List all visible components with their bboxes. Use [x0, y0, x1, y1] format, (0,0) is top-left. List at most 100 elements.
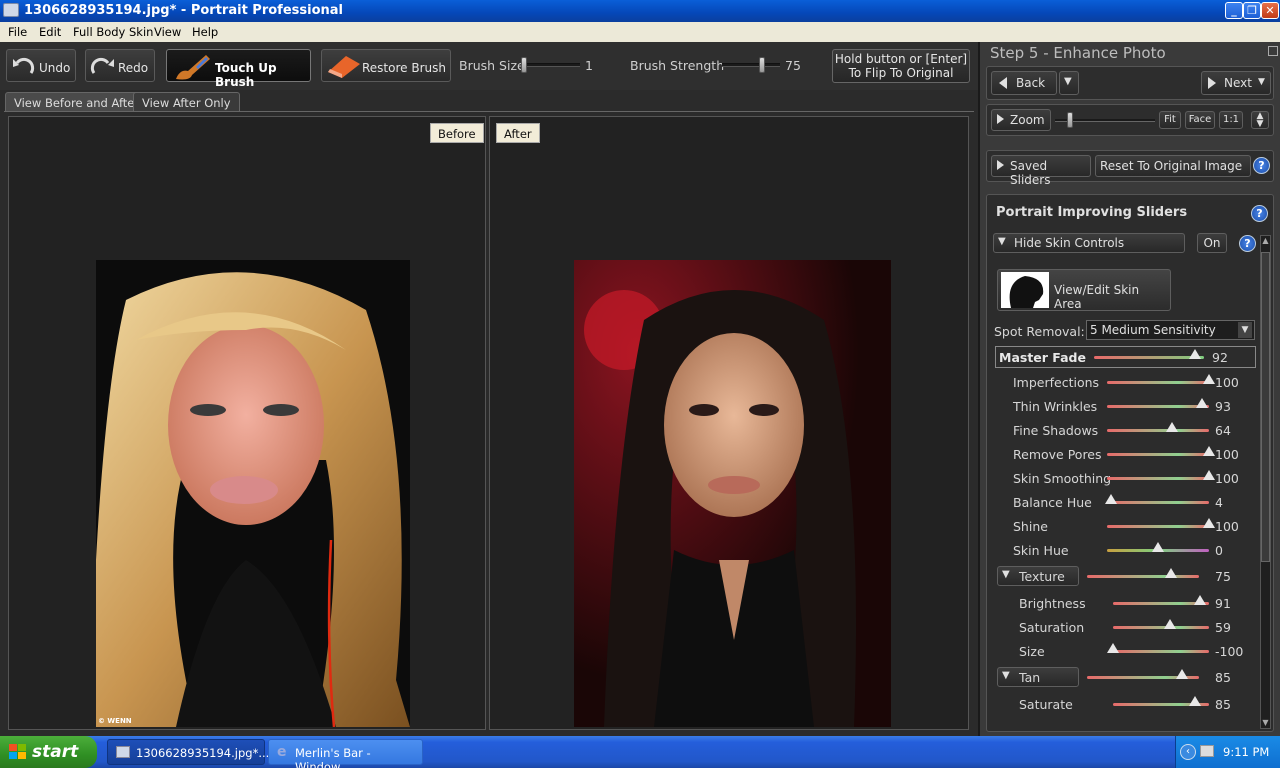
- skin-help-icon[interactable]: ?: [1239, 235, 1256, 252]
- back-button[interactable]: Back: [991, 71, 1057, 95]
- tab-view-after-only[interactable]: View After Only: [133, 92, 240, 112]
- tray-expand-icon[interactable]: ‹: [1180, 744, 1196, 760]
- scroll-down-icon[interactable]: ▼: [1261, 718, 1270, 728]
- saved-help-icon[interactable]: ?: [1253, 157, 1270, 174]
- hide-skin-controls-button[interactable]: ▼ Hide Skin Controls: [993, 233, 1185, 253]
- menu-view[interactable]: View: [154, 25, 181, 39]
- slider-thumb[interactable]: [1189, 349, 1202, 359]
- slider-label: Size: [1019, 644, 1045, 659]
- fit-button[interactable]: Fit: [1159, 111, 1181, 129]
- brush-size-value: 1: [585, 58, 593, 73]
- restore-brush-label: Restore Brush: [362, 61, 446, 75]
- slider-label: Remove Pores: [1013, 447, 1102, 462]
- collapse-icon: ▼: [1002, 569, 1010, 580]
- chevron-down-icon: ▼: [1064, 76, 1072, 87]
- slider-thumb[interactable]: [1203, 470, 1215, 480]
- slider-track[interactable]: [1107, 477, 1209, 480]
- zoom-spinner[interactable]: ▲ ▼: [1251, 111, 1269, 129]
- slider-value: 100: [1215, 375, 1239, 390]
- slider-thumb[interactable]: [1105, 494, 1118, 504]
- maximize-button[interactable]: ❐: [1243, 2, 1261, 19]
- menu-full-body-skin[interactable]: Full Body Skin: [73, 25, 153, 39]
- slider-thumb[interactable]: [1152, 542, 1164, 552]
- brush-size-slider[interactable]: [522, 63, 580, 67]
- slider-thumb[interactable]: [1194, 595, 1207, 605]
- saved-sliders-button[interactable]: Saved Sliders: [991, 155, 1091, 187]
- menu-edit[interactable]: Edit: [39, 25, 61, 39]
- spot-removal-select[interactable]: 5 Medium Sensitivity ▼: [1086, 320, 1255, 340]
- slider-track[interactable]: [1113, 626, 1209, 629]
- minimize-button[interactable]: _: [1225, 2, 1243, 19]
- group-toggle-button[interactable]: ▼ Tan: [997, 667, 1079, 687]
- view-edit-skin-button[interactable]: View/Edit Skin Area: [997, 269, 1171, 311]
- sliders-scrollbar[interactable]: ▲ ▼: [1260, 235, 1271, 729]
- saved-sliders-box: Saved Sliders Reset To Original Image ?: [986, 150, 1274, 187]
- slider-label: Saturation: [1019, 620, 1085, 635]
- scroll-thumb[interactable]: [1261, 252, 1270, 562]
- sliders-panel: Portrait Improving Sliders ? ▼ Hide Skin…: [986, 194, 1274, 732]
- system-tray: ‹ 9:11 PM: [1175, 736, 1280, 768]
- zoom-button[interactable]: Zoom: [991, 109, 1051, 131]
- slider-row: Size -100: [987, 641, 1257, 663]
- slider-thumb[interactable]: [1166, 422, 1179, 432]
- slider-track[interactable]: [1113, 650, 1209, 653]
- slider-thumb[interactable]: [1195, 398, 1208, 408]
- camera-icon: [116, 746, 130, 758]
- network-icon[interactable]: [1200, 745, 1214, 757]
- close-button[interactable]: ✕: [1261, 2, 1279, 19]
- slider-thumb[interactable]: [1176, 669, 1189, 679]
- start-button[interactable]: start: [0, 736, 97, 768]
- undock-icon[interactable]: [1268, 46, 1278, 56]
- flip-to-original-button[interactable]: Hold button or [Enter] To Flip To Origin…: [832, 49, 970, 83]
- face-button[interactable]: Face: [1185, 111, 1215, 129]
- slider-thumb[interactable]: [1203, 374, 1215, 384]
- one-to-one-button[interactable]: 1:1: [1219, 111, 1243, 129]
- sliders-help-icon[interactable]: ?: [1251, 205, 1268, 222]
- back-dropdown-button[interactable]: ▼: [1059, 71, 1079, 95]
- taskbar: start 1306628935194.jpg*... e Merlin's B…: [0, 736, 1280, 768]
- slider-value: 59: [1215, 620, 1231, 635]
- menu-help[interactable]: Help: [192, 25, 218, 39]
- slider-thumb[interactable]: [1203, 518, 1215, 528]
- ie-icon: e: [277, 744, 287, 760]
- slider-track[interactable]: [1107, 525, 1209, 528]
- brush-strength-slider[interactable]: [722, 63, 780, 67]
- slider-value: 100: [1215, 471, 1239, 486]
- slider-track[interactable]: [1094, 356, 1204, 359]
- touch-up-brush-label: Touch Up Brush: [215, 61, 277, 89]
- slider-track[interactable]: [1107, 429, 1209, 432]
- hide-skin-label: Hide Skin Controls: [1014, 236, 1125, 250]
- restore-brush-button[interactable]: Restore Brush: [321, 49, 451, 82]
- slider-track[interactable]: [1107, 405, 1209, 408]
- slider-thumb[interactable]: [1188, 696, 1201, 706]
- slider-label: Skin Smoothing: [1013, 471, 1112, 486]
- menu-file[interactable]: File: [8, 25, 27, 39]
- slider-thumb[interactable]: [1165, 568, 1177, 578]
- brush-strength-thumb[interactable]: [759, 57, 765, 73]
- undo-button[interactable]: Undo: [6, 49, 76, 82]
- eraser-icon: [328, 56, 360, 78]
- scroll-up-icon[interactable]: ▲: [1261, 236, 1270, 246]
- task-merlins-bar[interactable]: e Merlin's Bar - Window...: [268, 739, 423, 768]
- sliders-title: Portrait Improving Sliders: [996, 205, 1188, 220]
- tab-view-before-after[interactable]: View Before and After: [5, 92, 149, 112]
- slider-row: Saturation 59: [987, 617, 1257, 639]
- brush-size-thumb[interactable]: [521, 57, 527, 73]
- reset-button[interactable]: Reset To Original Image: [1095, 155, 1251, 177]
- next-button[interactable]: Next ▼: [1201, 71, 1271, 95]
- slider-thumb[interactable]: [1203, 446, 1215, 456]
- zoom-thumb[interactable]: [1067, 112, 1073, 128]
- slider-track[interactable]: [1107, 501, 1209, 504]
- task-portrait-professional[interactable]: 1306628935194.jpg*...: [107, 739, 269, 765]
- group-toggle-button[interactable]: ▼ Texture: [997, 566, 1079, 586]
- slider-track[interactable]: [1107, 453, 1209, 456]
- slider-label: Balance Hue: [1013, 495, 1092, 510]
- slider-thumb[interactable]: [1163, 619, 1176, 629]
- on-toggle[interactable]: On: [1197, 233, 1227, 253]
- slider-thumb[interactable]: [1107, 643, 1119, 653]
- touch-up-brush-button[interactable]: Touch Up Brush: [166, 49, 311, 89]
- enhance-panel: Step 5 - Enhance Photo Back ▼ Next ▼ Zoo…: [978, 42, 1280, 736]
- redo-button[interactable]: Redo: [85, 49, 155, 82]
- slider-track[interactable]: [1107, 381, 1209, 384]
- slider-track[interactable]: [1087, 575, 1199, 578]
